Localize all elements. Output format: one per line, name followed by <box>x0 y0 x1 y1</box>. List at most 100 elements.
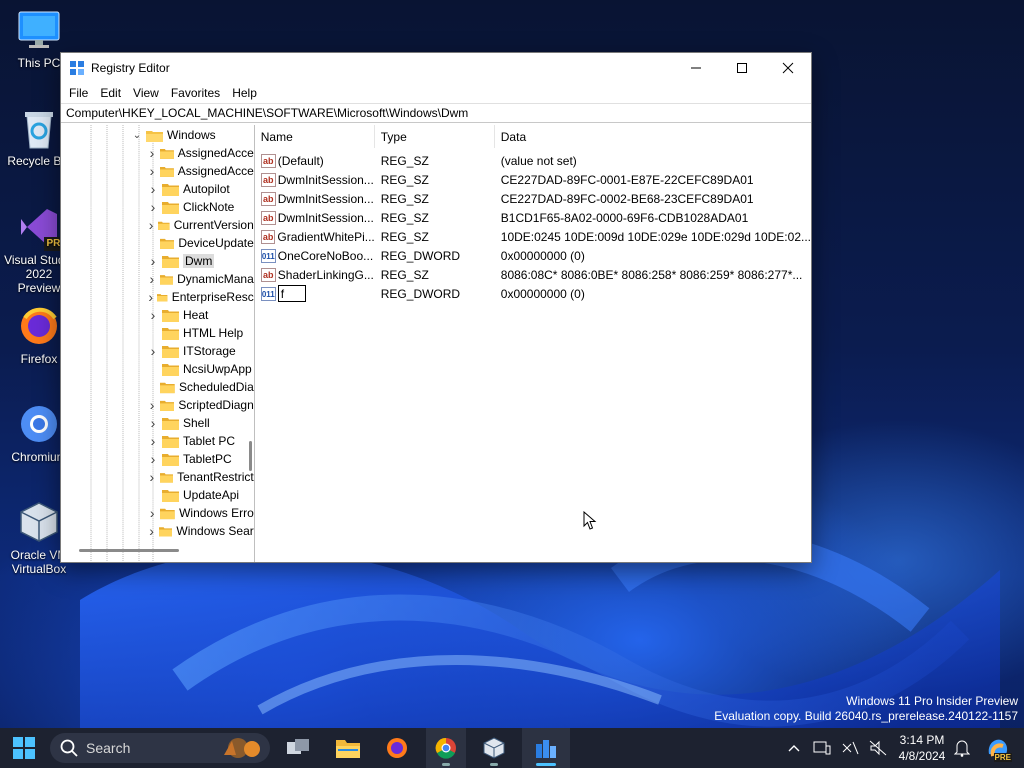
tray-volume-icon[interactable] <box>866 728 890 768</box>
tree-item[interactable]: › TabletPC <box>147 450 254 468</box>
tree-item[interactable]: › CurrentVersion <box>147 216 254 234</box>
column-header-type[interactable]: Type <box>375 125 495 148</box>
column-header-data[interactable]: Data <box>495 125 811 148</box>
show-hidden-icons-button[interactable] <box>784 728 804 768</box>
value-row[interactable]: ab (Default) REG_SZ (value not set) <box>255 151 811 170</box>
chevron-up-icon <box>788 745 800 752</box>
start-button[interactable] <box>4 728 44 768</box>
chevron-right-icon[interactable]: › <box>147 433 159 449</box>
chevron-right-icon[interactable]: › <box>147 253 159 269</box>
value-row[interactable]: ab DwmInitSession... REG_SZ CE227DAD-89FC-0… <box>255 189 811 208</box>
tree-item[interactable]: › Autopilot <box>147 180 254 198</box>
tree-item-label: Heat <box>183 308 209 322</box>
firefox-taskbar-button[interactable] <box>377 728 417 768</box>
tree-item[interactable]: ScheduledDia <box>147 378 254 396</box>
tree-item[interactable]: › Windows Erro <box>147 504 254 522</box>
chevron-right-icon[interactable]: › <box>147 199 159 215</box>
rename-value-input[interactable]: f <box>277 285 306 302</box>
tree-horizontal-scrollbar[interactable] <box>79 549 179 552</box>
tree-item[interactable]: › DynamicMana <box>147 270 253 288</box>
taskbar-clock[interactable]: 3:14 PM 4/8/2024 <box>890 732 954 764</box>
tree-vertical-scrollbar[interactable] <box>248 441 252 471</box>
maximize-button[interactable] <box>719 53 765 83</box>
column-header-name[interactable]: Name <box>255 125 375 148</box>
tree-item[interactable]: › Heat <box>147 306 254 324</box>
tree-item-windows[interactable]: ⌄ Windows <box>131 126 254 144</box>
folder-icon <box>159 166 174 177</box>
chevron-right-icon[interactable]: › <box>147 469 157 485</box>
chevron-right-icon[interactable]: › <box>147 523 156 539</box>
chevron-right-icon[interactable]: › <box>147 415 159 431</box>
chevron-right-icon[interactable]: › <box>147 451 159 467</box>
value-row[interactable]: ab GradientWhitePi... REG_SZ 10DE:0245 10DE… <box>255 227 811 246</box>
chevron-right-icon[interactable]: › <box>147 271 157 287</box>
value-type-cell: REG_SZ <box>380 267 429 282</box>
tree-item[interactable]: › ITStorage <box>147 342 254 360</box>
tree-item[interactable]: › Windows Sear <box>147 522 253 540</box>
registry-app-icon <box>536 740 556 758</box>
tree-item[interactable]: › ClickNote <box>147 198 254 216</box>
address-bar[interactable]: Computer\HKEY_LOCAL_MACHINE\SOFTWARE\Mic… <box>61 103 811 123</box>
chevron-down-icon[interactable]: ⌄ <box>131 129 143 141</box>
close-button[interactable] <box>765 53 811 83</box>
tree-item[interactable]: UpdateApi <box>147 486 254 504</box>
menu-edit[interactable]: Edit <box>94 86 127 100</box>
menu-favorites[interactable]: Favorites <box>165 86 226 100</box>
tree-item-label: Dwm <box>183 254 215 268</box>
chevron-right-icon[interactable]: › <box>147 307 159 323</box>
tree-item-label: Tablet PC <box>183 434 236 448</box>
file-explorer-button[interactable] <box>328 728 368 768</box>
chevron-right-icon[interactable]: › <box>147 343 159 359</box>
value-row[interactable]: ab DwmInitSession... REG_SZ B1CD1F65-8A02-0… <box>255 208 811 227</box>
chevron-right-icon[interactable]: › <box>147 163 157 179</box>
tree-item[interactable]: › EnterpriseResc <box>147 288 253 306</box>
menu-help[interactable]: Help <box>226 86 263 100</box>
tree-item[interactable]: › Shell <box>147 414 254 432</box>
copilot-button[interactable]: PRE <box>982 728 1014 768</box>
tree-item[interactable]: › AssignedAcce <box>147 144 254 162</box>
folder-icon <box>160 400 175 411</box>
tree-item[interactable]: › ScriptedDiagn <box>147 396 254 414</box>
tray-device-icon[interactable] <box>810 728 834 768</box>
chevron-right-icon[interactable]: › <box>147 181 159 197</box>
watermark-line-2: Evaluation copy. Build 26040.rs_prerelea… <box>714 709 1018 723</box>
folder-icon <box>162 453 179 466</box>
chevron-right-icon[interactable]: › <box>147 397 157 413</box>
registry-editor-taskbar-button[interactable] <box>522 728 570 768</box>
tree-item[interactable]: › Tablet PC <box>147 432 254 450</box>
clock-date: 4/8/2024 <box>898 749 946 763</box>
value-row[interactable]: 011 f REG_DWORD 0x00000000 (0) <box>255 284 811 303</box>
chevron-right-icon[interactable]: › <box>147 145 157 161</box>
tray-network-icon[interactable] <box>838 728 862 768</box>
values-list-pane[interactable]: Name Type Data ab (Default) REG_SZ (value n… <box>254 125 811 562</box>
virtualbox-taskbar-button[interactable] <box>474 728 514 768</box>
chevron-right-icon[interactable]: › <box>147 505 157 521</box>
taskbar-search-box[interactable]: Search <box>50 733 270 763</box>
tree-item[interactable]: NcsiUwpApp <box>147 360 254 378</box>
folder-open-icon <box>146 130 163 142</box>
value-name-cell: ab GradientWhitePi... <box>255 229 375 244</box>
task-view-button[interactable] <box>278 728 318 768</box>
tree-item[interactable]: HTML Help <box>147 324 254 342</box>
menu-view[interactable]: View <box>127 86 165 100</box>
tree-guide-lines <box>90 125 154 562</box>
key-tree-pane[interactable]: ⌄ Windows › AssignedAcce › AssignedAcce › Aut… <box>61 125 255 562</box>
tree-item[interactable]: › Dwm <box>147 252 254 270</box>
value-name: DwmInitSession... <box>277 191 374 206</box>
value-data-cell: 8086:08C* 8086:0BE* 8086:258* 8086:259* … <box>500 267 803 282</box>
tree-item[interactable]: DeviceUpdate <box>147 234 254 252</box>
chevron-right-icon[interactable]: › <box>147 217 155 233</box>
firefox-icon <box>17 304 61 348</box>
folder-icon <box>162 345 179 358</box>
chevron-right-icon[interactable]: › <box>147 289 154 305</box>
chrome-taskbar-button[interactable] <box>426 728 466 768</box>
value-row[interactable]: 011 OneCoreNoBoo... REG_DWORD 0x00000000 (0… <box>255 246 811 265</box>
notifications-button[interactable] <box>950 728 974 768</box>
title-bar[interactable]: Registry Editor <box>61 53 811 83</box>
value-row[interactable]: ab DwmInitSession... REG_SZ CE227DAD-89FC-0… <box>255 170 811 189</box>
minimize-button[interactable] <box>673 53 719 83</box>
tree-item[interactable]: › AssignedAcce <box>147 162 254 180</box>
tree-item[interactable]: › TenantRestrict <box>147 468 253 486</box>
value-row[interactable]: ab ShaderLinkingG... REG_SZ 8086:08C* 8086:… <box>255 265 811 284</box>
menu-file[interactable]: File <box>63 86 94 100</box>
